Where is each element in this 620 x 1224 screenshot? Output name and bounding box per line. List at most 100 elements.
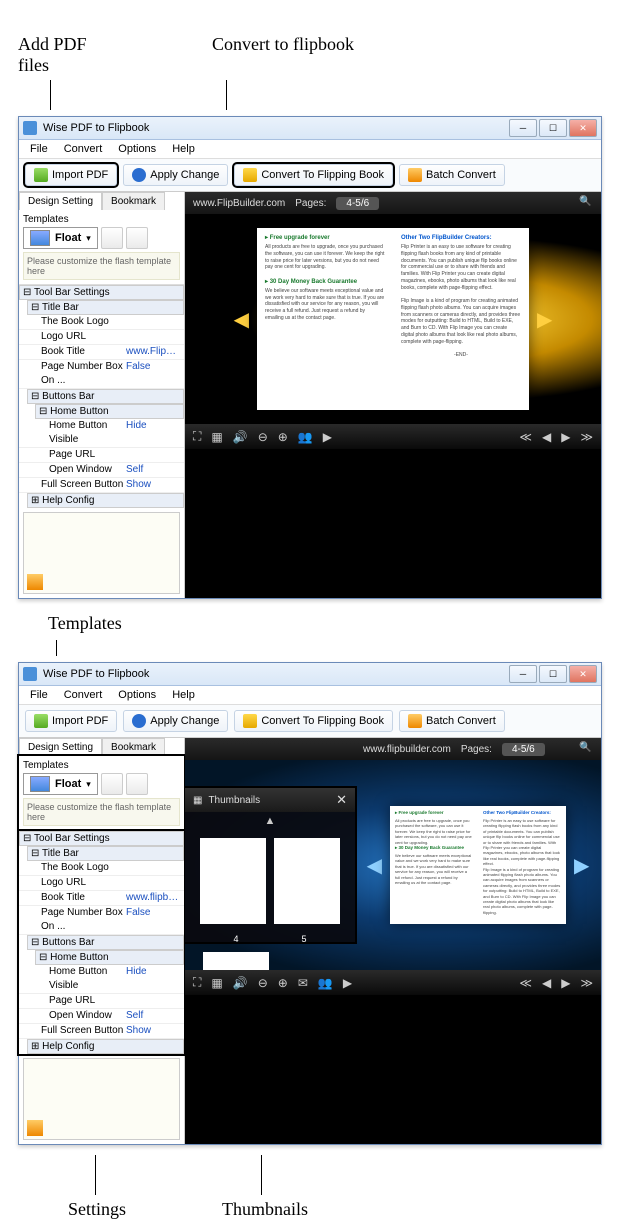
props-toolbar-header[interactable]: ⊟ Tool Bar Settings <box>19 831 184 846</box>
props-homebtn-header[interactable]: ⊟ Home Button <box>35 404 184 419</box>
nav-back-icon[interactable]: ◀ <box>542 430 551 444</box>
menu-help[interactable]: Help <box>169 142 198 156</box>
nav-next[interactable]: ▶ <box>566 853 597 878</box>
batch-convert-button[interactable]: Batch Convert <box>399 164 505 186</box>
prop-book-title[interactable]: Book Titlewww.FlipBuil... <box>19 345 184 360</box>
prop-open-window[interactable]: Open WindowSelf <box>19 1009 184 1024</box>
menu-options[interactable]: Options <box>115 688 159 702</box>
menu-options[interactable]: Options <box>115 142 159 156</box>
nav-prev[interactable]: ◀ <box>226 307 257 332</box>
annotation-add-pdf: Add PDF files <box>0 30 116 80</box>
batch-convert-button[interactable]: Batch Convert <box>399 710 505 732</box>
apply-change-button[interactable]: Apply Change <box>123 710 228 732</box>
props-titlebar-header[interactable]: ⊟ Title Bar <box>27 846 184 861</box>
search-icon[interactable]: 🔍 <box>579 742 593 756</box>
sound-icon[interactable]: 🔊 <box>233 430 248 444</box>
window-title: Wise PDF to Flipbook <box>43 122 149 134</box>
prop-page-number[interactable]: Page Number Box On ...False <box>19 906 184 935</box>
prop-book-logo[interactable]: The Book Logo <box>19 315 184 330</box>
pages-box[interactable]: 4-5/6 <box>502 743 545 756</box>
prop-logo-url[interactable]: Logo URL <box>19 876 184 891</box>
close-button[interactable]: ✕ <box>569 665 597 683</box>
nav-last-icon[interactable]: ≫ <box>580 430 593 444</box>
batch-icon <box>408 714 422 728</box>
template-tool-2[interactable] <box>126 227 148 249</box>
template-tool-2[interactable] <box>126 773 148 795</box>
prop-page-number[interactable]: Page Number Box On ...False <box>19 360 184 389</box>
props-buttonsbar-header[interactable]: ⊟ Buttons Bar <box>27 935 184 950</box>
folder-icon[interactable] <box>27 1120 43 1136</box>
nav-back-icon[interactable]: ◀ <box>542 976 551 990</box>
props-buttonsbar-header[interactable]: ⊟ Buttons Bar <box>27 389 184 404</box>
maximize-button[interactable]: ☐ <box>539 665 567 683</box>
play-icon[interactable]: ▶ <box>343 976 352 990</box>
template-dropdown[interactable]: Float▾ <box>23 227 98 249</box>
tab-bookmark[interactable]: Bookmark <box>102 738 165 756</box>
menu-file[interactable]: File <box>27 688 51 702</box>
prop-page-url[interactable]: Page URL <box>19 994 184 1009</box>
prop-book-logo[interactable]: The Book Logo <box>19 861 184 876</box>
maximize-button[interactable]: ☐ <box>539 119 567 137</box>
thumbnails-icon[interactable]: ▦ <box>211 430 222 444</box>
minimize-button[interactable]: ─ <box>509 119 537 137</box>
apply-change-button[interactable]: Apply Change <box>123 164 228 186</box>
prop-fullscreen[interactable]: Full Screen ButtonShow <box>19 1024 184 1039</box>
minimize-button[interactable]: ─ <box>509 665 537 683</box>
thumbnail-5[interactable] <box>274 838 340 924</box>
prop-open-window[interactable]: Open WindowSelf <box>19 463 184 478</box>
prop-page-url[interactable]: Page URL <box>19 448 184 463</box>
tab-design-setting[interactable]: Design Setting <box>19 738 102 756</box>
fullscreen-icon[interactable]: ⛶ <box>193 429 201 444</box>
pages-box[interactable]: 4-5/6 <box>336 197 379 210</box>
thumbnails-icon[interactable]: ▦ <box>211 976 222 990</box>
nav-last-icon[interactable]: ≫ <box>580 976 593 990</box>
prop-fullscreen[interactable]: Full Screen ButtonShow <box>19 478 184 493</box>
template-tool-1[interactable] <box>101 227 123 249</box>
email-icon[interactable]: ✉ <box>298 976 308 990</box>
convert-button[interactable]: Convert To Flipping Book <box>234 710 393 732</box>
template-tool-1[interactable] <box>101 773 123 795</box>
folder-icon[interactable] <box>27 574 43 590</box>
menu-file[interactable]: File <box>27 142 51 156</box>
preview-footer-2: ⛶ ▦ 🔊 ⊖ ⊕ ✉ 👥 ▶ ≪ ◀ ▶ ≫ <box>185 970 601 995</box>
nav-prev[interactable]: ◀ <box>359 853 390 878</box>
close-thumbnails-icon[interactable]: ✕ <box>336 792 347 808</box>
thumbnail-4[interactable] <box>200 838 266 924</box>
nav-next[interactable]: ▶ <box>529 307 560 332</box>
prop-home-visible[interactable]: Home Button VisibleHide <box>19 419 184 448</box>
prop-book-title[interactable]: Book Titlewww.flipbuil... <box>19 891 184 906</box>
menu-help[interactable]: Help <box>169 688 198 702</box>
share-icon[interactable]: 👥 <box>298 430 313 444</box>
import-pdf-button[interactable]: Import PDF <box>25 710 117 732</box>
close-button[interactable]: ✕ <box>569 119 597 137</box>
sound-icon[interactable]: 🔊 <box>233 976 248 990</box>
menu-convert[interactable]: Convert <box>61 688 106 702</box>
zoom-in-icon[interactable]: ⊕ <box>278 430 288 444</box>
convert-button[interactable]: Convert To Flipping Book <box>234 164 393 186</box>
tab-design-setting[interactable]: Design Setting <box>19 192 102 210</box>
props-help-header[interactable]: ⊞ Help Config <box>27 493 184 508</box>
nav-fwd-icon[interactable]: ▶ <box>561 430 570 444</box>
play-icon[interactable]: ▶ <box>323 430 332 444</box>
zoom-in-icon[interactable]: ⊕ <box>278 976 288 990</box>
props-help-header[interactable]: ⊞ Help Config <box>27 1039 184 1054</box>
share-icon[interactable]: 👥 <box>318 976 333 990</box>
search-icon[interactable]: 🔍 <box>579 196 593 210</box>
prop-logo-url[interactable]: Logo URL <box>19 330 184 345</box>
menu-convert[interactable]: Convert <box>61 142 106 156</box>
nav-first-icon[interactable]: ≪ <box>519 430 532 444</box>
tab-bookmark[interactable]: Bookmark <box>102 192 165 210</box>
thumbnail-6[interactable] <box>203 952 269 970</box>
prop-home-visible[interactable]: Home Button VisibleHide <box>19 965 184 994</box>
fullscreen-icon[interactable]: ⛶ <box>193 975 201 990</box>
zoom-out-icon[interactable]: ⊖ <box>258 430 268 444</box>
template-dropdown[interactable]: Float▾ <box>23 773 98 795</box>
nav-fwd-icon[interactable]: ▶ <box>561 976 570 990</box>
nav-first-icon[interactable]: ≪ <box>519 976 532 990</box>
props-titlebar-header[interactable]: ⊟ Title Bar <box>27 300 184 315</box>
zoom-out-icon[interactable]: ⊖ <box>258 976 268 990</box>
thumbs-up[interactable]: ▲ <box>185 812 355 830</box>
import-pdf-button[interactable]: Import PDF <box>25 164 117 186</box>
props-homebtn-header[interactable]: ⊟ Home Button <box>35 950 184 965</box>
props-toolbar-header[interactable]: ⊟ Tool Bar Settings <box>19 285 184 300</box>
